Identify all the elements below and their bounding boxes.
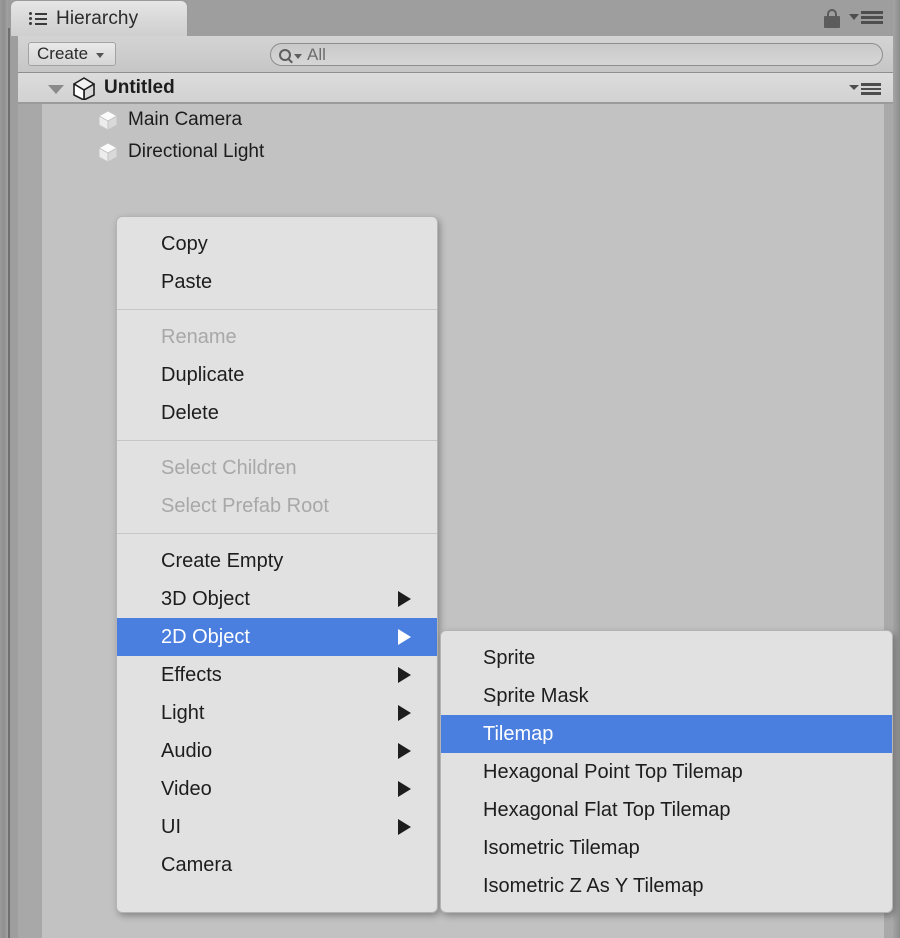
scene-root-row[interactable]: Untitled xyxy=(18,73,893,103)
submenu-arrow-icon xyxy=(398,743,411,759)
chevron-down-icon[interactable] xyxy=(294,53,302,59)
menu-item-paste[interactable]: Paste xyxy=(117,263,437,301)
submenu-item-isometric-tilemap[interactable]: Isometric Tilemap xyxy=(441,829,892,867)
menu-item-label: Rename xyxy=(161,325,237,348)
menu-item-audio[interactable]: Audio xyxy=(117,732,437,770)
menu-item-copy[interactable]: Copy xyxy=(117,225,437,263)
create-button-label: Create xyxy=(37,44,89,63)
submenu-top-spacer xyxy=(441,631,892,639)
search-input[interactable]: All xyxy=(270,43,883,66)
menu-item-rename: Rename xyxy=(117,318,437,356)
submenu-arrow-icon xyxy=(398,781,411,797)
menu-item-label: UI xyxy=(161,815,181,838)
menu-item-label: Camera xyxy=(161,853,233,876)
search-placeholder: All xyxy=(307,44,326,64)
menu-item-camera[interactable]: Camera xyxy=(117,846,437,884)
submenu-item-label: Hexagonal Point Top Tilemap xyxy=(483,760,743,783)
hierarchy-item-directional-light[interactable]: Directional Light xyxy=(96,136,264,168)
submenu-item-label: Sprite xyxy=(483,646,536,669)
submenu-arrow-icon xyxy=(398,705,411,721)
panel-context-menu-icon[interactable] xyxy=(849,10,883,26)
menu-item-select-prefab-root: Select Prefab Root xyxy=(117,487,437,525)
menu-group-spacer xyxy=(117,301,437,309)
menu-group-spacer xyxy=(117,310,437,318)
submenu-arrow-icon xyxy=(398,667,411,683)
submenu-item-label: Isometric Tilemap xyxy=(483,836,640,859)
right-dock-rail xyxy=(893,0,900,938)
menu-item-label: Select Children xyxy=(161,456,297,479)
submenu-item-label: Hexagonal Flat Top Tilemap xyxy=(483,798,731,821)
menu-item-label: Video xyxy=(161,777,212,800)
unity-editor-window: Hierarchy Create All Untitled Main Camer… xyxy=(0,0,900,938)
left-dock-gap xyxy=(10,0,18,938)
scene-context-menu-icon[interactable] xyxy=(849,82,881,96)
menu-item-2d-object[interactable]: 2D Object xyxy=(117,618,437,656)
menu-item-ui[interactable]: UI xyxy=(117,808,437,846)
submenu-item-sprite[interactable]: Sprite xyxy=(441,639,892,677)
hierarchy-item-label: Main Camera xyxy=(128,109,243,130)
submenu-arrow-icon xyxy=(398,819,411,835)
search-icon xyxy=(279,48,291,61)
menu-item-label: Audio xyxy=(161,739,213,762)
hierarchy-toolbar: Create All xyxy=(18,36,893,73)
submenu-item-hexagonal-flat-top-tilemap[interactable]: Hexagonal Flat Top Tilemap xyxy=(441,791,892,829)
lock-icon[interactable] xyxy=(823,8,841,28)
menu-group-spacer xyxy=(117,525,437,533)
hierarchy-context-menu: Copy Paste Rename Duplicate Delete Select Chi… xyxy=(116,216,438,913)
menu-item-video[interactable]: Video xyxy=(117,770,437,808)
submenu-item-hexagonal-point-top-tilemap[interactable]: Hexagonal Point Top Tilemap xyxy=(441,753,892,791)
submenu-item-label: Tilemap xyxy=(483,722,554,745)
hierarchy-gutter xyxy=(18,104,42,938)
tab-hierarchy[interactable]: Hierarchy xyxy=(10,0,188,36)
menu-item-label: Create Empty xyxy=(161,549,284,572)
menu-item-label: 3D Object xyxy=(161,587,250,610)
menu-item-duplicate[interactable]: Duplicate xyxy=(117,356,437,394)
submenu-arrow-icon xyxy=(398,629,411,645)
menu-item-select-children: Select Children xyxy=(117,449,437,487)
menu-item-label: 2D Object xyxy=(161,625,250,648)
menu-group-spacer xyxy=(117,441,437,449)
submenu-item-sprite-mask[interactable]: Sprite Mask xyxy=(441,677,892,715)
menu-item-create-empty[interactable]: Create Empty xyxy=(117,542,437,580)
window-title-strip xyxy=(188,0,893,36)
menu-item-light[interactable]: Light xyxy=(117,694,437,732)
menu-item-label: Copy xyxy=(161,232,208,255)
menu-item-label: Select Prefab Root xyxy=(161,494,329,517)
submenu-item-label: Sprite Mask xyxy=(483,684,589,707)
hierarchy-item-main-camera[interactable]: Main Camera xyxy=(96,104,242,136)
menu-item-label: Duplicate xyxy=(161,363,245,386)
menu-item-label: Delete xyxy=(161,401,219,424)
menu-item-label: Paste xyxy=(161,270,213,293)
submenu-item-tilemap[interactable]: Tilemap xyxy=(441,715,892,753)
scene-name-label: Untitled xyxy=(104,76,175,98)
menu-item-label: Effects xyxy=(161,663,222,686)
menu-item-3d-object[interactable]: 3D Object xyxy=(117,580,437,618)
menu-group-spacer xyxy=(117,534,437,542)
unity-logo-icon xyxy=(72,76,96,101)
gameobject-cube-icon xyxy=(96,140,120,164)
hierarchy-item-label: Directional Light xyxy=(128,141,265,162)
submenu-arrow-icon xyxy=(398,591,411,607)
left-dock-rail xyxy=(0,0,8,938)
menu-item-label: Light xyxy=(161,701,205,724)
menu-item-effects[interactable]: Effects xyxy=(117,656,437,694)
menu-item-delete[interactable]: Delete xyxy=(117,394,437,432)
chevron-down-icon xyxy=(96,52,105,58)
list-icon xyxy=(29,11,47,26)
tab-hierarchy-label: Hierarchy xyxy=(56,7,139,29)
gameobject-cube-icon xyxy=(96,108,120,132)
triangle-down-icon[interactable] xyxy=(48,84,64,94)
create-button[interactable]: Create xyxy=(28,42,116,66)
menu-top-spacer xyxy=(117,217,437,225)
submenu-item-isometric-z-as-y-tilemap[interactable]: Isometric Z As Y Tilemap xyxy=(441,867,892,905)
menu-group-spacer xyxy=(117,432,437,440)
submenu-item-label: Isometric Z As Y Tilemap xyxy=(483,874,704,897)
2d-object-submenu: Sprite Sprite Mask Tilemap Hexagonal Point … xyxy=(440,630,893,913)
